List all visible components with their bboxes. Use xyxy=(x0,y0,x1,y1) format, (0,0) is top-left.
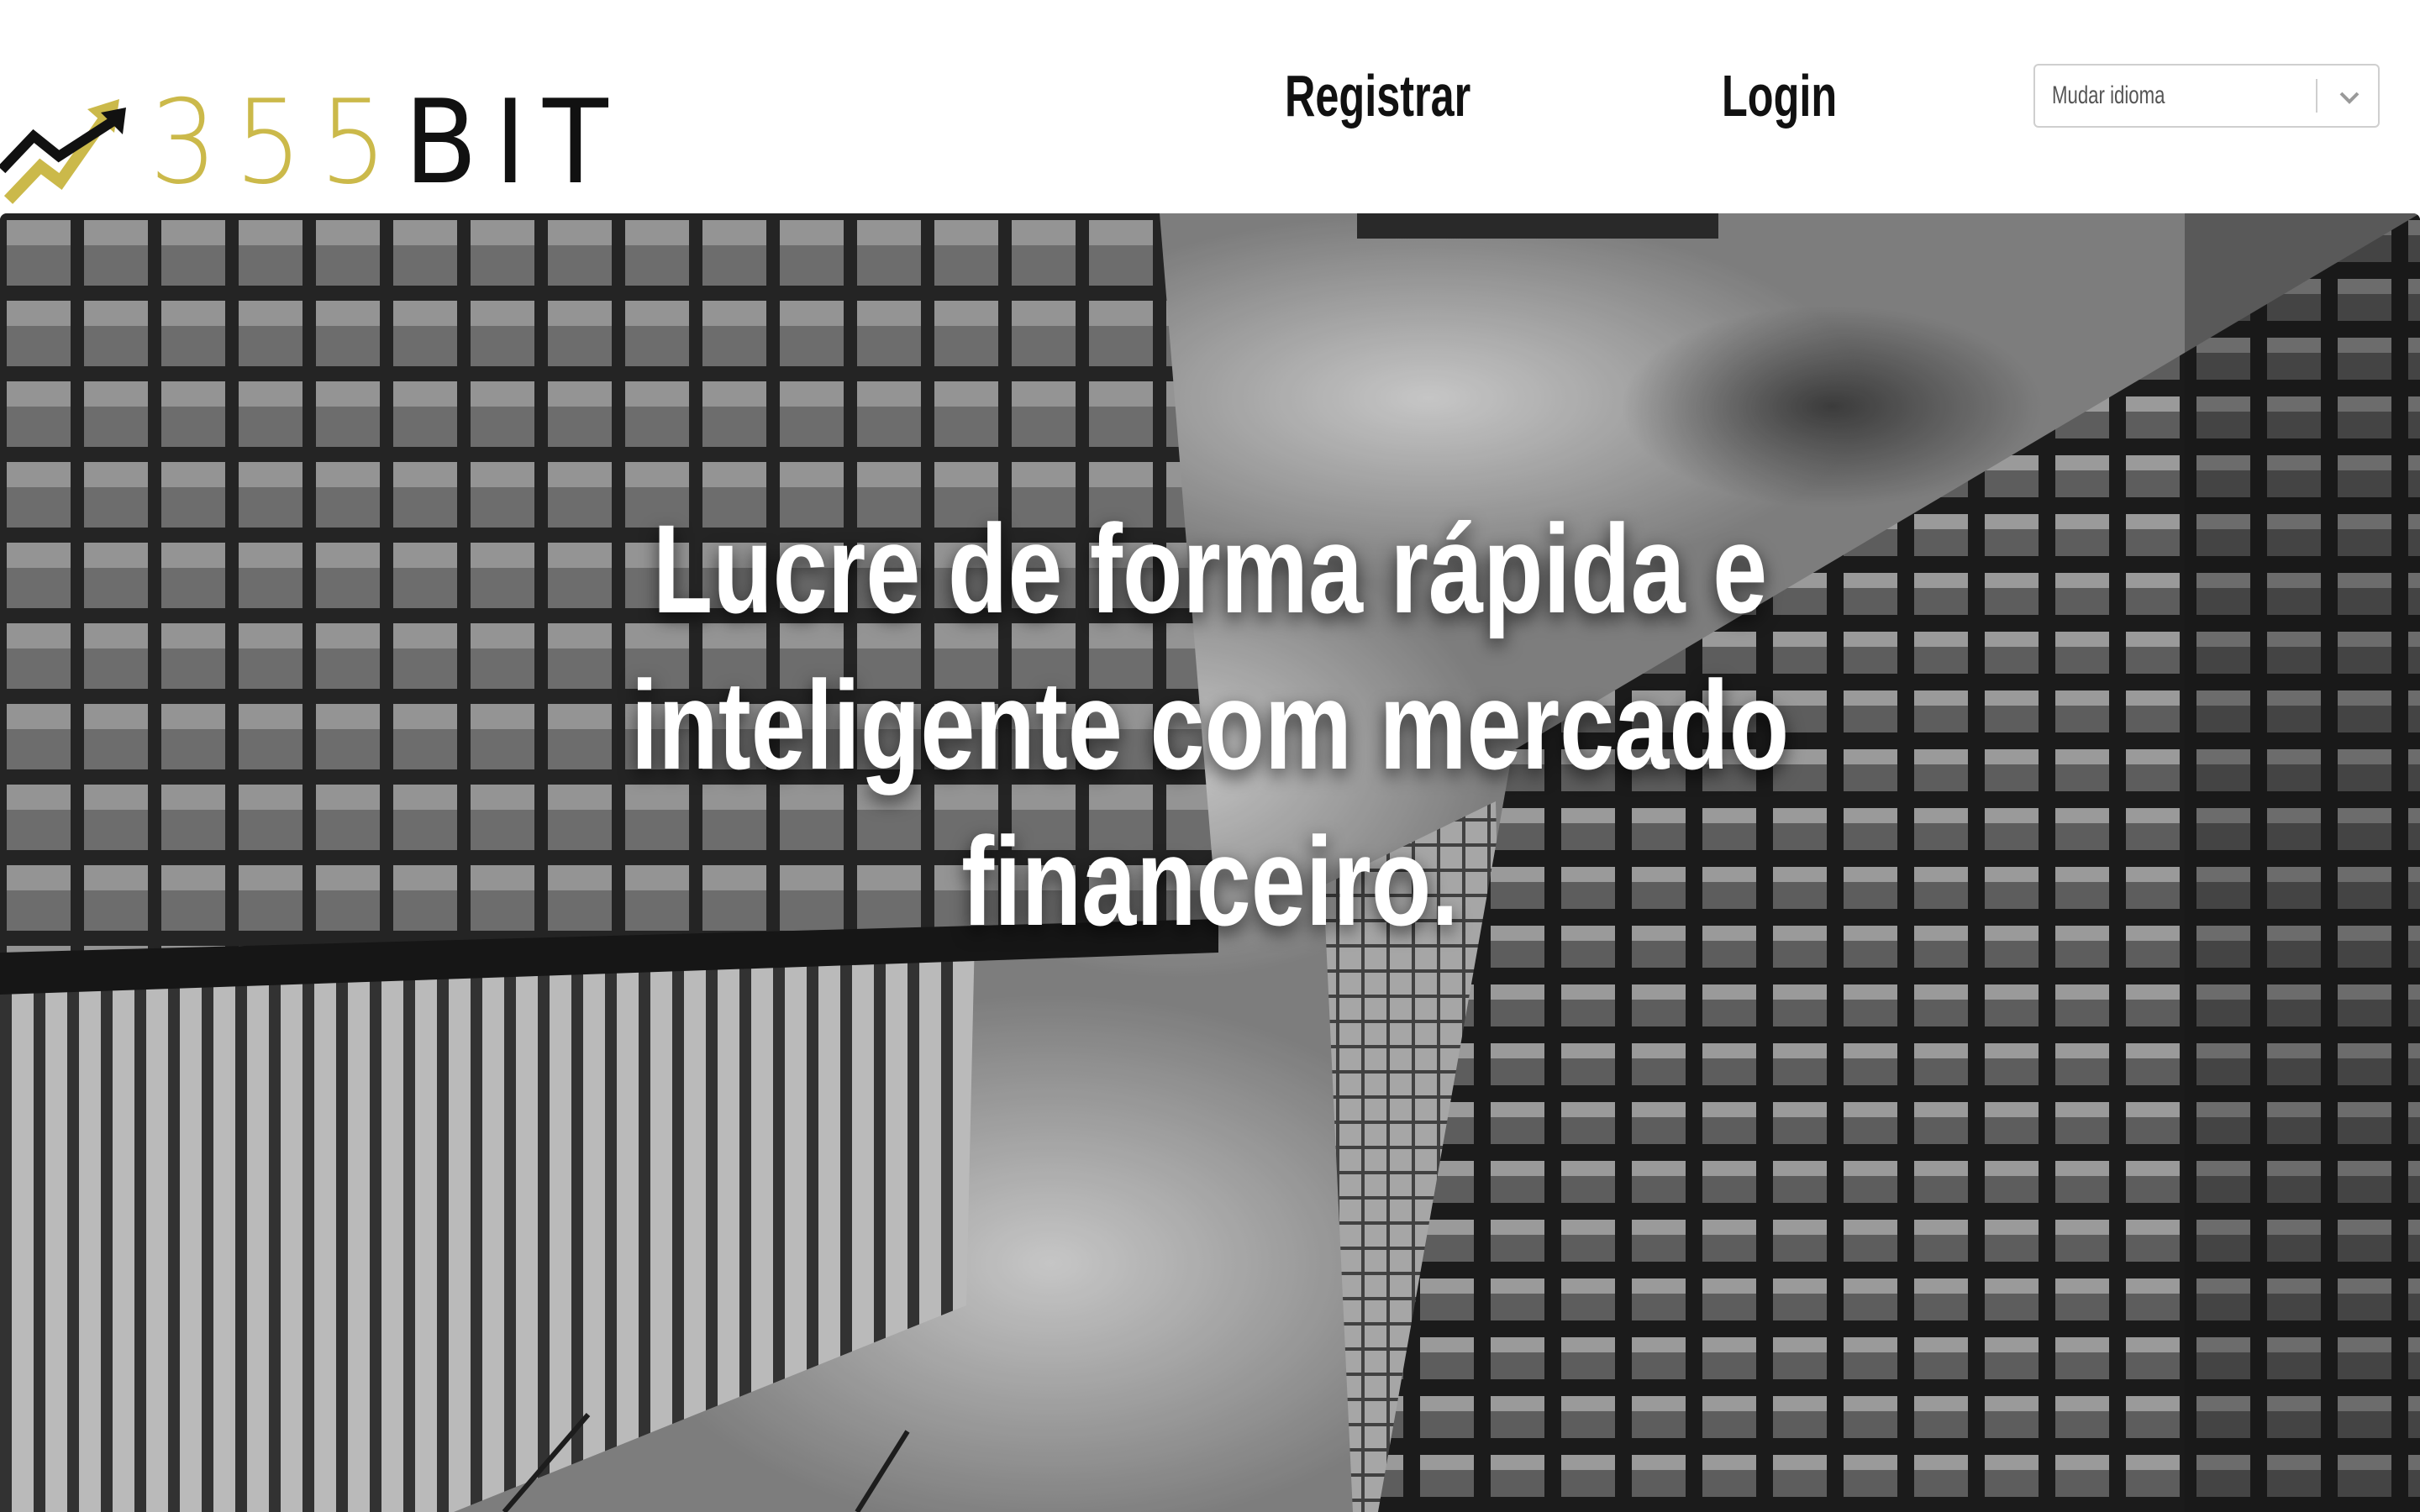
logo-number: 355 xyxy=(150,75,405,210)
language-select[interactable]: Mudar idioma xyxy=(2033,64,2380,128)
logo-word: BIT xyxy=(404,75,625,210)
chevron-down-icon[interactable] xyxy=(2333,81,2366,114)
hero-banner: Lucre de forma rápida e inteligente com … xyxy=(0,213,2420,1512)
site-header: 355BIT Registrar Login Mudar idioma xyxy=(0,0,2420,213)
brand-logo[interactable]: 355BIT xyxy=(0,76,666,210)
language-select-placeholder: Mudar idioma xyxy=(2052,81,2165,109)
login-link[interactable]: Login xyxy=(1722,62,1837,129)
logo-wordmark: 355BIT xyxy=(150,85,625,201)
hero-title: Lucre de forma rápida e inteligente com … xyxy=(630,498,1790,952)
language-select-separator xyxy=(2316,79,2317,113)
register-link[interactable]: Registrar xyxy=(1285,62,1470,129)
trend-arrow-icon xyxy=(0,99,126,204)
